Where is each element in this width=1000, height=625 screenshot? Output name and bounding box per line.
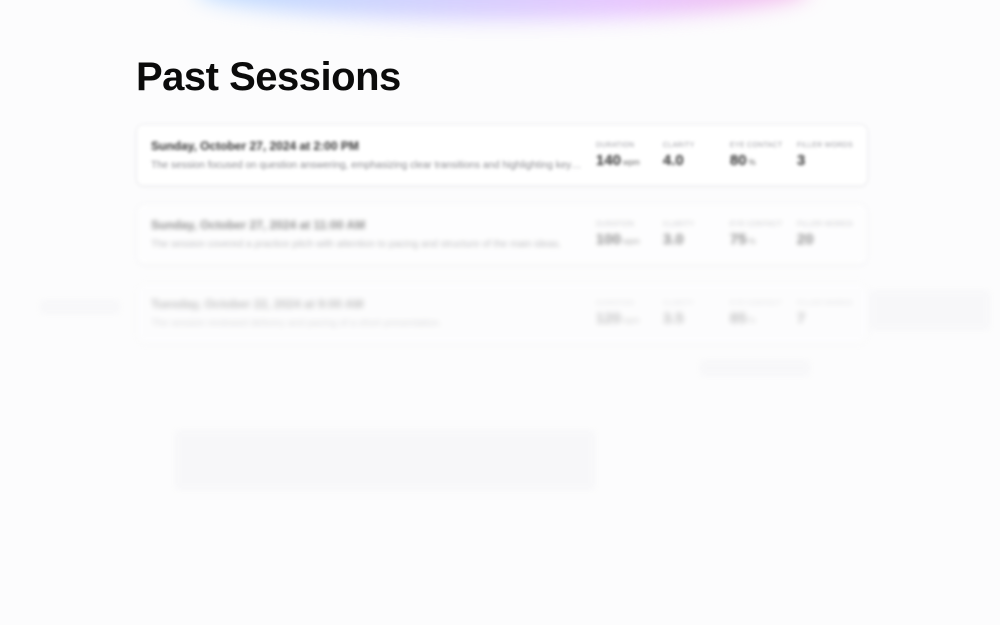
session-info: Sunday, October 27, 2024 at 11:00 AM The…: [151, 218, 596, 250]
metric-value: 20: [797, 231, 853, 248]
metric-number: 85: [729, 309, 747, 327]
metric-eye-contact: Eye contact 80%: [730, 142, 785, 169]
session-info: Tuesday, October 22, 2024 at 9:00 AM The…: [151, 297, 596, 329]
metric-value: 75%: [730, 231, 785, 248]
metric-value: 3: [797, 152, 853, 169]
metric-number: 75: [729, 230, 747, 248]
metric-eye-contact: Eye contact 85%: [730, 300, 785, 327]
ghost-placeholder: [40, 300, 120, 314]
metric-unit: %: [748, 157, 756, 167]
metric-number: 140: [595, 151, 621, 169]
metric-number: 3.5: [662, 309, 684, 327]
metric-label: Clarity: [662, 141, 695, 149]
metric-filler-words: Filler words 3: [797, 142, 853, 169]
metric-value: 120 wpm: [596, 310, 651, 327]
session-date: Tuesday, October 22, 2024 at 9:00 AM: [151, 297, 364, 311]
ghost-placeholder: [175, 430, 595, 490]
metric-value: 3.0: [663, 231, 718, 248]
metric-label: Eye contact: [729, 299, 783, 307]
metric-filler-words: Filler words 7: [797, 300, 853, 327]
metric-value: 4.0: [663, 152, 718, 169]
metric-clarity: Clarity 3.0: [663, 221, 718, 248]
metric-unit: wpm: [622, 157, 640, 167]
metric-value: 7: [797, 310, 853, 327]
ghost-placeholder: [870, 290, 990, 330]
metric-label: Duration: [595, 141, 635, 149]
session-metrics: Duration 120 wpm Clarity 3.5 Eye contact …: [596, 300, 853, 327]
metric-unit: wpm: [622, 315, 640, 325]
metric-label: Filler words: [796, 141, 853, 149]
metric-number: 120: [595, 309, 621, 327]
metric-filler-words: Filler words 20: [797, 221, 853, 248]
metric-duration: Duration 120 wpm: [596, 300, 651, 327]
metric-duration: Duration 140 wpm: [596, 142, 651, 169]
session-date: Sunday, October 27, 2024 at 11:00 AM: [151, 218, 366, 232]
metric-label: Clarity: [662, 299, 695, 307]
session-card[interactable]: Sunday, October 27, 2024 at 2:00 PM The …: [136, 124, 868, 186]
session-date: Sunday, October 27, 2024 at 2:00 PM: [151, 139, 359, 153]
metric-label: Clarity: [662, 220, 695, 228]
metric-label: Duration: [595, 299, 635, 307]
metric-eye-contact: Eye contact 75%: [730, 221, 785, 248]
metric-label: Filler words: [796, 220, 853, 228]
metric-number: 100: [595, 230, 621, 248]
metric-label: Filler words: [796, 299, 853, 307]
metric-label: Eye contact: [729, 220, 783, 228]
metric-number: 7: [796, 309, 806, 327]
metric-clarity: Clarity 3.5: [663, 300, 718, 327]
metric-clarity: Clarity 4.0: [663, 142, 718, 169]
session-summary: The session focused on question answerin…: [151, 160, 584, 171]
session-summary: The session covered a practice pitch wit…: [151, 239, 562, 250]
session-card[interactable]: Tuesday, October 22, 2024 at 9:00 AM The…: [136, 282, 868, 344]
metric-value: 100 wpm: [596, 231, 651, 248]
metric-label: Eye contact: [729, 141, 783, 149]
session-card[interactable]: Sunday, October 27, 2024 at 11:00 AM The…: [136, 203, 868, 265]
metric-unit: %: [748, 315, 756, 325]
metric-number: 20: [796, 230, 814, 248]
metric-number: 4.0: [662, 151, 684, 169]
metric-duration: Duration 100 wpm: [596, 221, 651, 248]
metric-number: 80: [729, 151, 747, 169]
metric-number: 3.0: [662, 230, 684, 248]
sessions-list: Sunday, October 27, 2024 at 2:00 PM The …: [136, 124, 868, 361]
metric-value: 80%: [730, 152, 785, 169]
metric-unit: wpm: [622, 236, 640, 246]
session-summary: The session reviewed delivery and pacing…: [151, 318, 442, 329]
top-gradient-glow: [195, 0, 810, 20]
ghost-placeholder: [700, 360, 810, 376]
metric-label: Duration: [595, 220, 635, 228]
metric-value: 3.5: [663, 310, 718, 327]
session-metrics: Duration 140 wpm Clarity 4.0 Eye contact …: [596, 142, 853, 169]
session-metrics: Duration 100 wpm Clarity 3.0 Eye contact …: [596, 221, 853, 248]
metric-unit: %: [748, 236, 756, 246]
metric-number: 3: [796, 151, 806, 169]
metric-value: 85%: [730, 310, 785, 327]
session-info: Sunday, October 27, 2024 at 2:00 PM The …: [151, 139, 596, 171]
metric-value: 140 wpm: [596, 152, 651, 169]
page-title: Past Sessions: [136, 55, 401, 99]
